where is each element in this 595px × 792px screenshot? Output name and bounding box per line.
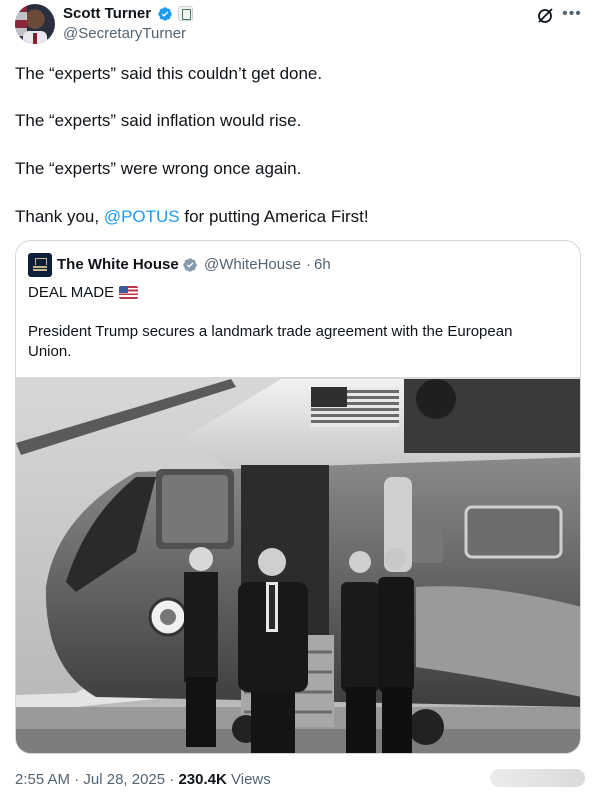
tweet-metadata: 2:55 AM · Jul 28, 2025 · 230.4K Views	[15, 771, 271, 789]
author-name[interactable]: Scott Turner	[63, 5, 151, 23]
grok-icon[interactable]	[535, 6, 555, 26]
author-avatar[interactable]	[15, 4, 55, 44]
tweet-text-prefix: Thank you,	[15, 207, 104, 226]
tweet-text-line: The “experts” said this couldn’t get don…	[15, 64, 323, 83]
tweet-text-line: The “experts” were wrong once again.	[15, 159, 302, 178]
watermark	[490, 769, 585, 787]
views-label: Views	[231, 771, 271, 788]
quoted-photo[interactable]	[16, 377, 580, 753]
quoted-headline-text: DEAL MADE	[28, 284, 115, 301]
quoted-body: President Trump secures a landmark trade…	[28, 323, 513, 360]
tweet-time[interactable]: 2:55 AM	[15, 771, 70, 788]
quoted-author-handle[interactable]: @WhiteHouse	[204, 256, 301, 274]
government-affiliation-icon[interactable]	[178, 6, 193, 21]
author-handle[interactable]: @SecretaryTurner	[63, 25, 186, 43]
quoted-author-name[interactable]: The White House	[57, 256, 179, 274]
us-flag-icon	[119, 286, 139, 299]
separator-dot: ·	[306, 256, 311, 273]
tweet-text-line: Thank you, @POTUS for putting America Fi…	[15, 205, 369, 228]
tweet-date[interactable]: Jul 28, 2025	[83, 771, 165, 788]
tweet-text-line: The “experts” said inflation would rise.	[15, 111, 302, 130]
separator-dot: ·	[74, 771, 84, 788]
views-count: 230.4K	[178, 771, 227, 788]
quoted-tweet[interactable]: The White House @WhiteHouse · 6h DEAL MA…	[15, 240, 581, 754]
more-options-icon[interactable]: •••	[561, 4, 583, 24]
verified-badge-icon	[158, 7, 172, 21]
tweet-text-suffix: for putting America First!	[179, 207, 369, 226]
quoted-author-avatar[interactable]	[28, 253, 52, 277]
helicopter-photo	[16, 377, 580, 753]
quoted-headline: DEAL MADE	[28, 283, 139, 302]
quoted-timestamp[interactable]: 6h	[314, 256, 331, 274]
mention-link[interactable]: @POTUS	[104, 207, 180, 226]
verified-badge-icon	[183, 258, 197, 272]
